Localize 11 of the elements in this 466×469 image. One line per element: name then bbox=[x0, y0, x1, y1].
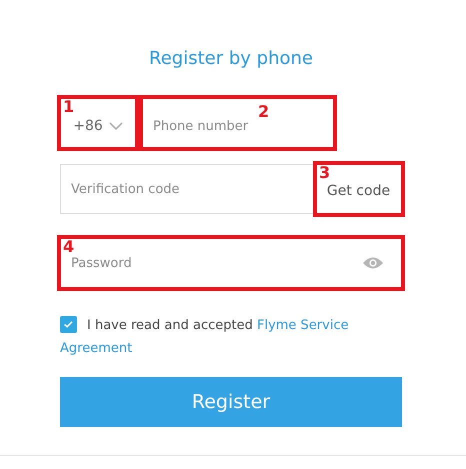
agreement-checkbox[interactable] bbox=[60, 316, 77, 333]
agreement-text: I have read and accepted bbox=[87, 318, 254, 333]
annotation-number: 4 bbox=[63, 238, 74, 256]
agreement-link[interactable]: Agreement bbox=[60, 341, 132, 356]
register-button[interactable]: Register bbox=[60, 377, 402, 427]
chevron-down-icon bbox=[108, 121, 123, 131]
page-title: Register by phone bbox=[148, 47, 314, 71]
eye-icon[interactable] bbox=[362, 256, 384, 270]
agreement-link[interactable]: Flyme Service bbox=[256, 318, 349, 333]
annotation-number: 2 bbox=[258, 103, 270, 121]
annotation-number: 1 bbox=[63, 98, 74, 116]
